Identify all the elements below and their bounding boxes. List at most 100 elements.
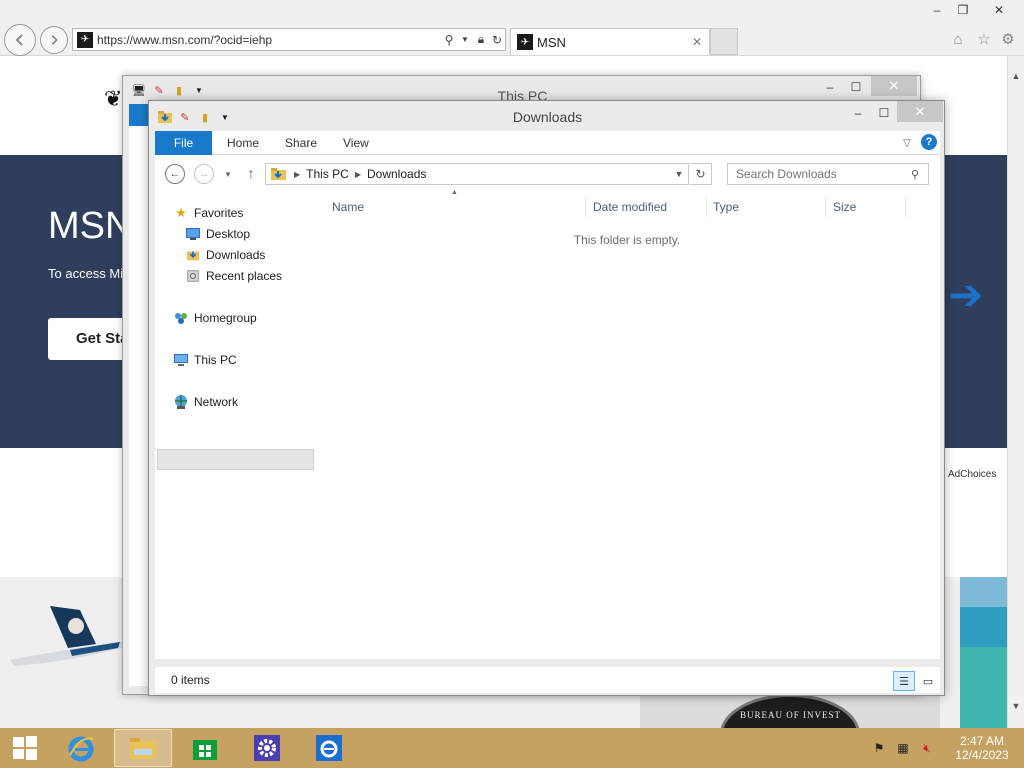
ribbon: File Home Share View ▽ ? xyxy=(155,131,940,155)
navigation-bar: ← → ▼ ↑ ▶ This PC ▶ Downloads ▼ ↻ ⚲ xyxy=(155,155,940,191)
airplane-image[interactable] xyxy=(10,600,140,670)
close-tab-icon[interactable]: ✕ xyxy=(689,34,705,50)
browser-forward-button[interactable] xyxy=(40,26,68,54)
taskbar-settings[interactable] xyxy=(238,729,296,767)
ad-choices-link[interactable]: AdChoices xyxy=(948,469,996,480)
store-icon xyxy=(193,740,217,760)
nav-desktop[interactable]: Desktop xyxy=(185,223,250,244)
house-image[interactable] xyxy=(960,577,1007,728)
minimize-button[interactable]: – xyxy=(819,78,841,96)
column-divider[interactable] xyxy=(825,197,826,217)
column-type[interactable]: Type xyxy=(713,197,739,217)
taskbar-store[interactable] xyxy=(176,729,234,767)
address-dropdown-icon[interactable]: ▼ xyxy=(672,167,686,181)
taskbar-internet-explorer-modern[interactable] xyxy=(300,729,358,767)
status-bar: 0 items ☰ ▭ xyxy=(155,667,940,693)
start-button[interactable] xyxy=(0,729,50,767)
search-input[interactable] xyxy=(736,167,901,181)
column-date-modified[interactable]: Date modified xyxy=(593,197,667,217)
sort-ascending-icon: ▲ xyxy=(451,189,458,196)
expand-ribbon-icon[interactable]: ▽ xyxy=(899,135,915,151)
taskbar-file-explorer[interactable] xyxy=(114,729,172,767)
nav-this-pc[interactable] xyxy=(157,449,314,470)
browser-close-button[interactable]: ✕ xyxy=(984,0,1014,20)
column-size[interactable]: Size xyxy=(833,197,856,217)
dropdown-icon[interactable]: ▼ xyxy=(457,32,473,48)
up-arrow-icon[interactable]: ↑ xyxy=(243,164,259,182)
nav-desktop-label: Desktop xyxy=(206,226,251,241)
gear-icon[interactable]: ⚙ xyxy=(998,28,1018,50)
favorites-star-icon[interactable]: ☆ xyxy=(974,28,994,50)
tab-title: MSN xyxy=(537,34,566,50)
navigation-pane: ★ Favorites Desktop Downloads Recent pla… xyxy=(155,191,321,659)
search-box[interactable]: ⚲ xyxy=(727,163,929,185)
column-divider[interactable] xyxy=(905,197,906,217)
msn-hero-subtitle: To access Mi xyxy=(48,266,124,281)
file-list[interactable]: ▲ Name Date modified Type Size This fold… xyxy=(327,189,940,659)
downloads-window[interactable]: ✎ ▮ ▼ Downloads – ☐ ✕ File Home Share Vi… xyxy=(148,100,945,696)
maximize-button[interactable]: ☐ xyxy=(873,104,895,122)
tab-view[interactable]: View xyxy=(343,131,369,155)
nav-network-label: Network xyxy=(194,394,239,409)
maximize-button[interactable]: ☐ xyxy=(845,78,867,96)
nav-homegroup-label: Homegroup xyxy=(194,310,257,325)
minimize-button[interactable]: – xyxy=(847,104,869,122)
tab-home[interactable]: Home xyxy=(227,131,259,155)
action-center-flag-icon[interactable]: ⚑ xyxy=(870,740,888,756)
refresh-icon[interactable]: ↻ xyxy=(489,32,505,48)
clock-time: 2:47 AM xyxy=(959,734,1005,748)
nav-downloads[interactable]: Downloads xyxy=(185,244,265,265)
nav-this-pc-entry[interactable]: This PC xyxy=(173,349,237,370)
breadcrumb-downloads[interactable]: Downloads xyxy=(367,167,426,181)
network-icon xyxy=(173,394,189,410)
nav-favorites[interactable]: ★ Favorites xyxy=(173,202,243,223)
scroll-down-arrow-icon[interactable]: ▼ xyxy=(1008,698,1024,714)
browser-back-button[interactable] xyxy=(4,24,36,56)
close-button[interactable]: ✕ xyxy=(871,76,917,96)
breadcrumb-separator-icon[interactable]: ▶ xyxy=(294,170,300,179)
lock-icon[interactable]: 🔒︎ xyxy=(473,32,489,48)
help-icon[interactable]: ? xyxy=(921,134,937,150)
large-icons-view-button[interactable]: ▭ xyxy=(918,671,938,691)
volume-muted-icon[interactable]: 🔇︎ xyxy=(918,740,936,756)
details-view-button[interactable]: ☰ xyxy=(893,671,915,691)
home-icon[interactable]: ⌂ xyxy=(948,28,968,50)
arrow-left-icon xyxy=(15,34,23,46)
star-icon: ★ xyxy=(175,204,187,220)
browser-scrollbar[interactable]: ▲ ▼ xyxy=(1007,56,1024,728)
back-button[interactable]: ← xyxy=(165,164,185,184)
refresh-button[interactable]: ↻ xyxy=(690,163,712,185)
tab-file[interactable]: File xyxy=(155,131,212,155)
network-status-icon[interactable]: ▦ xyxy=(894,740,912,756)
address-bar[interactable]: ▶ This PC ▶ Downloads ▼ xyxy=(265,163,689,185)
forward-button[interactable]: → xyxy=(194,164,214,184)
msn-hero-title: MSN xyxy=(48,205,133,247)
breadcrumb-separator-icon[interactable]: ▶ xyxy=(355,170,361,179)
nav-homegroup[interactable]: Homegroup xyxy=(173,307,257,328)
recent-locations-dropdown-icon[interactable]: ▼ xyxy=(222,166,234,182)
search-icon[interactable]: ⚲ xyxy=(441,32,457,48)
settings-gear-icon xyxy=(254,735,280,761)
address-url[interactable]: https://www.msn.com/?ocid=iehp xyxy=(97,33,441,47)
carousel-next-arrow-icon[interactable]: ➔ xyxy=(948,270,983,319)
scroll-up-arrow-icon[interactable]: ▲ xyxy=(1008,68,1024,84)
nav-favorites-label: Favorites xyxy=(194,205,244,220)
breadcrumb-this-pc[interactable]: This PC xyxy=(306,167,349,181)
tab-share[interactable]: Share xyxy=(285,131,317,155)
computer-icon xyxy=(173,352,189,368)
browser-restore-button[interactable]: ❐ xyxy=(948,0,978,20)
search-icon[interactable]: ⚲ xyxy=(908,167,922,181)
downloads-folder-icon xyxy=(271,168,286,180)
browser-tab-msn[interactable]: ✈ MSN ✕ xyxy=(510,28,710,55)
column-divider[interactable] xyxy=(585,197,586,217)
new-tab-button[interactable] xyxy=(710,28,738,55)
column-divider[interactable] xyxy=(706,197,707,217)
nav-downloads-label: Downloads xyxy=(206,247,266,262)
nav-network[interactable]: Network xyxy=(173,391,238,412)
clock[interactable]: 2:47 AM 12/4/2023 xyxy=(950,734,1014,762)
address-bar[interactable]: ✈ https://www.msn.com/?ocid=iehp ⚲ ▼ 🔒︎ … xyxy=(72,28,506,51)
nav-recent-places[interactable]: Recent places xyxy=(185,265,282,286)
taskbar-internet-explorer[interactable] xyxy=(52,729,110,767)
close-button[interactable]: ✕ xyxy=(897,101,943,122)
column-name[interactable]: Name xyxy=(332,197,364,217)
